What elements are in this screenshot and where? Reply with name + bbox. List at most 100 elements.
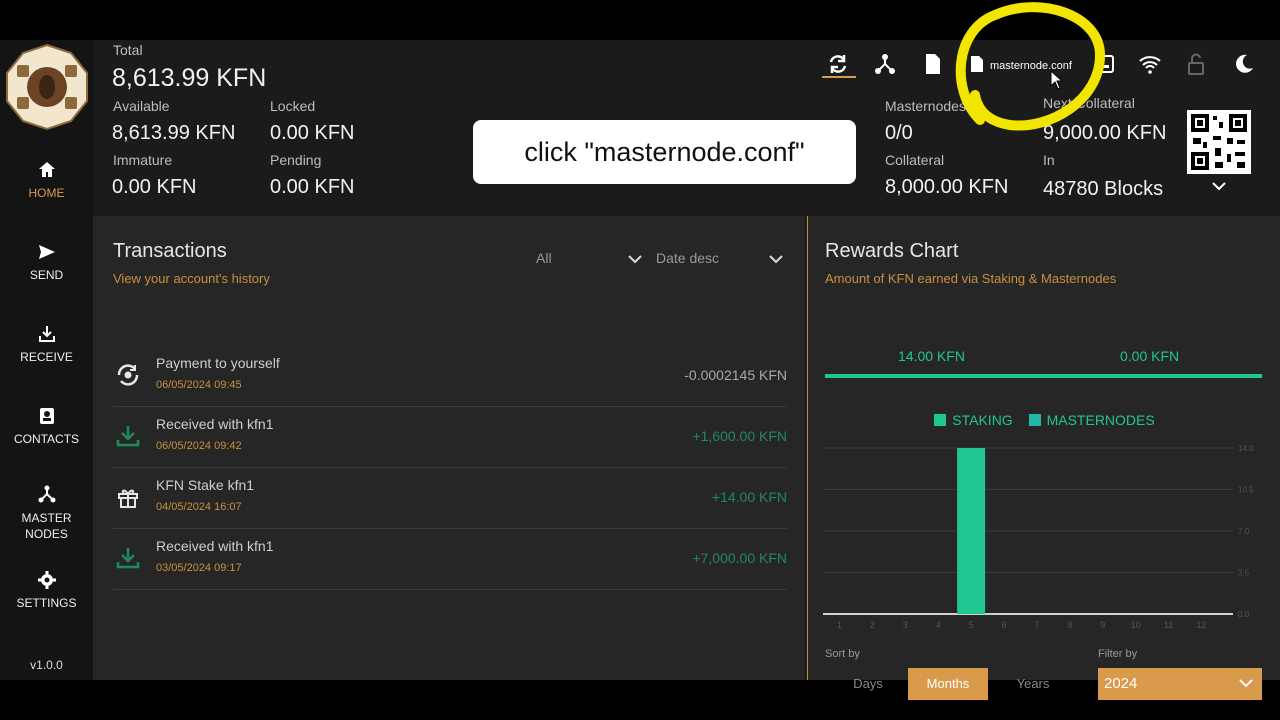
- transaction-name: Received with kfn1: [156, 538, 274, 554]
- network-button[interactable]: [873, 52, 897, 76]
- collateral-value: 8,000.00 KFN: [885, 176, 1009, 198]
- rewards-bar-chart: 0.03.57.010.514.01 2 3 4 5 6 7 8 9 10 11 12: [823, 444, 1254, 630]
- sidebar-item-masternodes[interactable]: MASTER NODES: [0, 484, 93, 542]
- legend-staking: STAKING: [952, 412, 1013, 428]
- sidebar-item-receive[interactable]: RECEIVE: [0, 324, 93, 364]
- rewards-title: Rewards Chart: [825, 240, 959, 262]
- lock-button[interactable]: [1184, 52, 1208, 76]
- year-filter-value: 2024: [1104, 675, 1138, 692]
- transactions-subtitle: View your account's history: [113, 271, 270, 286]
- masternodes-value: 0/0: [885, 122, 913, 144]
- sort-filter-select[interactable]: Date desc: [656, 250, 786, 266]
- y-tick-label: 0.0: [1238, 610, 1250, 619]
- transactions-title: Transactions: [113, 240, 227, 262]
- file-icon: [971, 56, 983, 72]
- sort-months-button[interactable]: Months: [908, 668, 988, 700]
- transaction-date: 04/05/2024 16:07: [156, 501, 242, 513]
- sidebar-item-label: SEND: [29, 268, 64, 282]
- immature-label: Immature: [113, 152, 173, 168]
- in-label: In: [1043, 152, 1055, 168]
- y-tick-label: 7.0: [1238, 527, 1250, 536]
- total-value: 8,613.99 KFN: [112, 64, 267, 92]
- y-tick-label: 3.5: [1238, 569, 1250, 578]
- sidebar-item-label: CONTACTS: [13, 432, 80, 446]
- x-tick-label: 3: [903, 620, 908, 630]
- x-tick-label: 6: [1002, 620, 1007, 630]
- table-row[interactable]: Received with kfn1 03/05/2024 09:17 +7,0…: [113, 529, 787, 590]
- next-collateral-value: 9,000.00 KFN: [1043, 122, 1167, 144]
- console-icon: [1096, 55, 1114, 73]
- peers-button[interactable]: [1138, 52, 1162, 76]
- file-icon: [926, 54, 940, 74]
- transaction-date: 06/05/2024 09:42: [156, 440, 242, 452]
- coffee-logo-icon: [6, 43, 88, 131]
- total-label: Total: [113, 42, 143, 58]
- transaction-name: Received with kfn1: [156, 416, 274, 432]
- gift-icon: [118, 489, 138, 508]
- sidebar-item-settings[interactable]: SETTINGS: [0, 570, 93, 610]
- x-tick-label: 8: [1067, 620, 1072, 630]
- download-icon: [116, 426, 140, 447]
- moon-icon: [1236, 54, 1253, 73]
- theme-toggle-button[interactable]: [1232, 52, 1256, 76]
- wifi-icon: [1139, 56, 1161, 74]
- rewards-subtitle: Amount of KFN earned via Staking & Maste…: [825, 271, 1117, 286]
- available-label: Available: [113, 98, 170, 114]
- instruction-callout: click "masternode.conf": [473, 120, 856, 184]
- x-tick-label: 12: [1197, 620, 1207, 630]
- type-filter-select[interactable]: All: [536, 250, 644, 266]
- send-icon: [38, 245, 55, 259]
- collateral-label: Collateral: [885, 152, 945, 168]
- home-icon: [38, 162, 55, 177]
- wallet-conf-button[interactable]: [921, 52, 945, 76]
- staking-total: 14.00 KFN: [898, 348, 965, 364]
- self-payment-icon: [117, 364, 139, 386]
- staking-swatch: [934, 414, 947, 426]
- chart-legend: STAKING MASTERNODES: [808, 412, 1280, 428]
- sidebar-item-contacts[interactable]: CONTACTS: [0, 406, 93, 446]
- pending-label: Pending: [270, 152, 322, 168]
- qr-code-icon: [1191, 114, 1247, 170]
- masternodes-label: Masternodes: [885, 98, 966, 114]
- immature-value: 0.00 KFN: [112, 176, 197, 198]
- rewards-ratio-bar: [825, 374, 1262, 378]
- console-button[interactable]: [1093, 52, 1117, 76]
- sync-button[interactable]: [826, 52, 850, 76]
- sort-years-button[interactable]: Years: [1003, 668, 1063, 700]
- sort-by-label: Sort by: [825, 648, 860, 660]
- x-tick-label: 7: [1034, 620, 1039, 630]
- sidebar-item-send[interactable]: SEND: [0, 242, 93, 282]
- masternodes-total: 0.00 KFN: [1120, 348, 1180, 364]
- active-tool-indicator: [822, 76, 856, 78]
- x-tick-label: 9: [1100, 620, 1105, 630]
- x-tick-label: 2: [870, 620, 875, 630]
- transaction-amount: +7,000.00 KFN: [692, 550, 787, 566]
- chevron-down-icon[interactable]: [1211, 180, 1227, 192]
- mouse-cursor-icon: [1050, 70, 1064, 90]
- rewards-panel: Rewards Chart Amount of KFN earned via S…: [807, 216, 1280, 700]
- transaction-amount: +14.00 KFN: [711, 489, 787, 505]
- table-row[interactable]: Payment to yourself 06/05/2024 09:45 -0.…: [113, 346, 787, 407]
- masternodes-swatch: [1028, 414, 1041, 426]
- qr-code-button[interactable]: [1187, 110, 1251, 174]
- x-tick-label: 5: [969, 620, 974, 630]
- transaction-date: 03/05/2024 09:17: [156, 562, 242, 574]
- locked-value: 0.00 KFN: [270, 122, 355, 144]
- year-filter-select[interactable]: 2024: [1098, 668, 1262, 700]
- masternodes-icon: [38, 485, 55, 503]
- chevron-down-icon: [1239, 679, 1253, 688]
- table-row[interactable]: Received with kfn1 06/05/2024 09:42 +1,6…: [113, 407, 787, 468]
- sidebar: HOME SEND RECEIVE CONTACTS MASTER NODES …: [0, 40, 93, 680]
- table-row[interactable]: KFN Stake kfn1 04/05/2024 16:07 +14.00 K…: [113, 468, 787, 529]
- sidebar-item-label: SETTINGS: [16, 596, 77, 610]
- in-value: 48780 Blocks: [1043, 178, 1164, 200]
- x-tick-label: 11: [1164, 620, 1173, 630]
- transaction-name: KFN Stake kfn1: [156, 477, 255, 493]
- x-tick-label: 4: [936, 620, 941, 630]
- chart-bar-staking: [957, 448, 986, 614]
- transaction-amount: -0.0002145 KFN: [684, 367, 787, 383]
- contacts-icon: [39, 408, 54, 424]
- x-tick-label: 1: [837, 620, 842, 630]
- sidebar-item-home[interactable]: HOME: [0, 160, 93, 200]
- sort-days-button[interactable]: Days: [838, 668, 898, 700]
